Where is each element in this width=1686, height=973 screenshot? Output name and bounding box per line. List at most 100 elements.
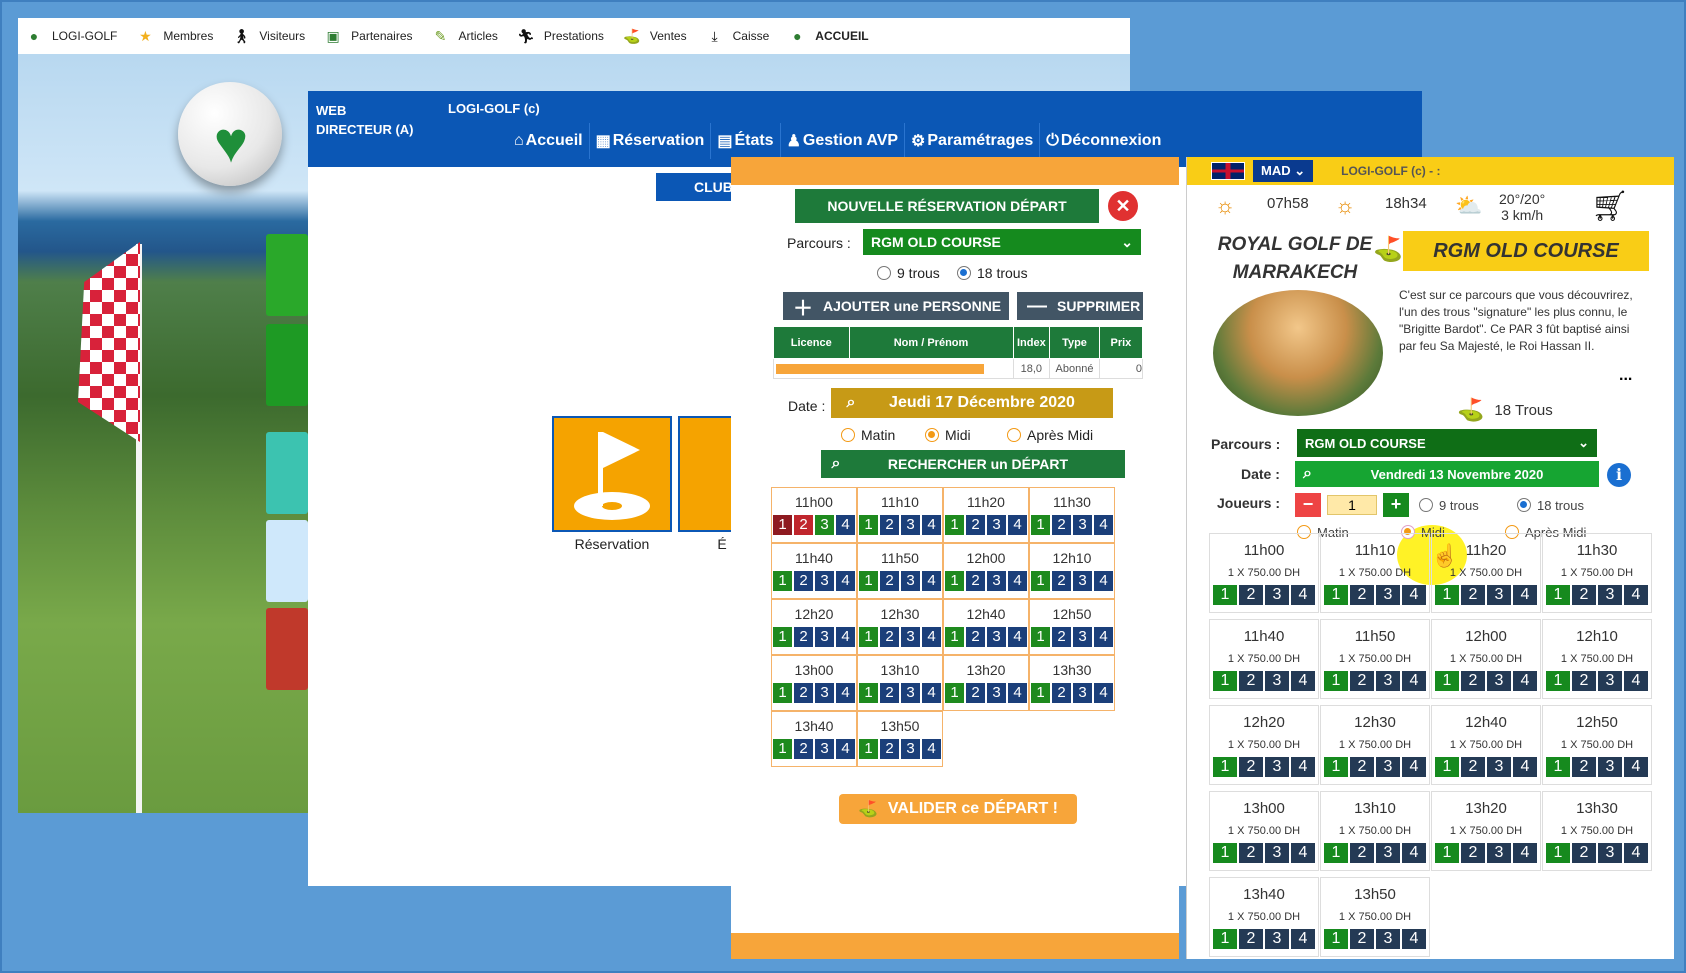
mobile-departure-slot[interactable]: 12h40 1 X 750.00 DH 1 2 3 4: [1431, 705, 1541, 785]
departure-slot[interactable]: 11h00 1 2 3 4: [771, 487, 857, 543]
seat-2[interactable]: 2: [880, 627, 899, 647]
seat-1[interactable]: 1: [1031, 515, 1050, 535]
side-button-list[interactable]: [266, 520, 308, 602]
departure-slot[interactable]: 11h40 1 2 3 4: [771, 543, 857, 599]
seat-1[interactable]: 1: [859, 571, 878, 591]
more-button[interactable]: ...: [1619, 367, 1632, 385]
side-button-teal[interactable]: [266, 432, 308, 514]
seat-2[interactable]: 2: [966, 683, 985, 703]
seat-1[interactable]: 1: [859, 627, 878, 647]
seat-1[interactable]: 1: [1031, 627, 1050, 647]
seat-4[interactable]: 4: [922, 515, 941, 535]
mobile-departure-slot[interactable]: 11h40 1 X 750.00 DH 1 2 3 4: [1209, 619, 1319, 699]
seat-2[interactable]: 2: [1052, 683, 1071, 703]
seat-1[interactable]: 1: [1435, 843, 1459, 863]
departure-slot[interactable]: 12h20 1 2 3 4: [771, 599, 857, 655]
seat-1[interactable]: 1: [1031, 683, 1050, 703]
mobile-departure-slot[interactable]: 11h50 1 X 750.00 DH 1 2 3 4: [1320, 619, 1430, 699]
seat-2[interactable]: 2: [1239, 757, 1263, 777]
departure-slot[interactable]: 12h50 1 2 3 4: [1029, 599, 1115, 655]
departure-slot[interactable]: 13h40 1 2 3 4: [771, 711, 857, 767]
side-button-red[interactable]: [266, 608, 308, 690]
seat-1[interactable]: 1: [1435, 671, 1459, 691]
seat-3[interactable]: 3: [987, 627, 1006, 647]
mobile-date-picker[interactable]: ⌕ Vendredi 13 Novembre 2020: [1295, 461, 1599, 487]
seat-3[interactable]: 3: [901, 683, 920, 703]
seat-4[interactable]: 4: [1402, 929, 1426, 949]
seat-2[interactable]: 2: [880, 571, 899, 591]
seat-3[interactable]: 3: [1376, 843, 1400, 863]
departure-slot[interactable]: 12h40 1 2 3 4: [943, 599, 1029, 655]
seat-2[interactable]: 2: [1239, 843, 1263, 863]
seat-4[interactable]: 4: [1008, 515, 1027, 535]
nav-reservation[interactable]: ▦ Réservation: [588, 123, 711, 159]
minus-button[interactable]: −: [1295, 493, 1321, 517]
seat-4[interactable]: 4: [1008, 683, 1027, 703]
nav-etats[interactable]: ▤ États: [710, 123, 779, 159]
parcours-select[interactable]: RGM OLD COURSE ⌄: [863, 229, 1141, 255]
seat-3[interactable]: 3: [1376, 757, 1400, 777]
seat-3[interactable]: 3: [1487, 843, 1511, 863]
seat-2[interactable]: 2: [794, 515, 813, 535]
seat-3[interactable]: 3: [901, 515, 920, 535]
seat-1[interactable]: 1: [1546, 671, 1570, 691]
seat-1[interactable]: 1: [1324, 671, 1348, 691]
seat-3[interactable]: 3: [1487, 585, 1511, 605]
nav-parametrages[interactable]: ⚙ Paramétrages: [904, 123, 1039, 159]
seat-3[interactable]: 3: [901, 739, 920, 759]
departure-slot[interactable]: 11h20 1 2 3 4: [943, 487, 1029, 543]
seat-2[interactable]: 2: [880, 739, 899, 759]
seat-4[interactable]: 4: [1513, 757, 1537, 777]
seat-4[interactable]: 4: [1291, 843, 1315, 863]
menu-item-logi-golf[interactable]: ● LOGI-GOLF: [24, 28, 118, 44]
seat-1[interactable]: 1: [1546, 843, 1570, 863]
seat-2[interactable]: 2: [1239, 671, 1263, 691]
seat-1[interactable]: 1: [859, 739, 878, 759]
seat-4[interactable]: 4: [836, 515, 855, 535]
seat-3[interactable]: 3: [901, 627, 920, 647]
seat-1[interactable]: 1: [945, 571, 964, 591]
seat-4[interactable]: 4: [1291, 929, 1315, 949]
menu-item-accueil[interactable]: ● ACCUEIL: [787, 28, 869, 44]
seat-2[interactable]: 2: [1052, 627, 1071, 647]
seat-2[interactable]: 2: [880, 515, 899, 535]
seat-2[interactable]: 2: [1572, 757, 1596, 777]
seat-2[interactable]: 2: [1239, 585, 1263, 605]
seat-2[interactable]: 2: [794, 571, 813, 591]
seat-2[interactable]: 2: [794, 739, 813, 759]
add-person-button[interactable]: ＋ AJOUTER une PERSONNE: [783, 292, 1009, 320]
mobile-holes-18[interactable]: 18 trous: [1517, 498, 1584, 513]
mobile-departure-slot[interactable]: 11h10 1 X 750.00 DH 1 2 3 4: [1320, 533, 1430, 613]
holes-18-option[interactable]: 18 trous: [957, 265, 1028, 281]
mobile-parcours-select[interactable]: RGM OLD COURSE ⌄: [1297, 429, 1597, 457]
seat-2[interactable]: 2: [1350, 843, 1374, 863]
period-apres-midi[interactable]: Après Midi: [1007, 427, 1093, 443]
side-button-cart[interactable]: [266, 324, 308, 406]
departure-slot[interactable]: 12h00 1 2 3 4: [943, 543, 1029, 599]
seat-4[interactable]: 4: [1402, 671, 1426, 691]
departure-slot[interactable]: 12h30 1 2 3 4: [857, 599, 943, 655]
seat-3[interactable]: 3: [1487, 671, 1511, 691]
reservation-tile[interactable]: [552, 416, 672, 532]
seat-1[interactable]: 1: [1031, 571, 1050, 591]
seat-1[interactable]: 1: [1324, 929, 1348, 949]
seat-1[interactable]: 1: [1213, 671, 1237, 691]
departure-slot[interactable]: 13h20 1 2 3 4: [943, 655, 1029, 711]
mobile-departure-slot[interactable]: 13h10 1 X 750.00 DH 1 2 3 4: [1320, 791, 1430, 871]
seat-3[interactable]: 3: [815, 627, 834, 647]
seat-3[interactable]: 3: [1376, 671, 1400, 691]
seat-4[interactable]: 4: [1513, 671, 1537, 691]
mobile-departure-slot[interactable]: 13h40 1 X 750.00 DH 1 2 3 4: [1209, 877, 1319, 957]
seat-4[interactable]: 4: [922, 683, 941, 703]
seat-4[interactable]: 4: [1624, 585, 1648, 605]
seat-4[interactable]: 4: [922, 571, 941, 591]
mobile-departure-slot[interactable]: 11h30 1 X 750.00 DH 1 2 3 4: [1542, 533, 1652, 613]
seat-2[interactable]: 2: [1461, 585, 1485, 605]
mobile-departure-slot[interactable]: 13h00 1 X 750.00 DH 1 2 3 4: [1209, 791, 1319, 871]
seat-4[interactable]: 4: [836, 627, 855, 647]
seat-3[interactable]: 3: [1265, 671, 1289, 691]
remove-button[interactable]: — SUPPRIMER: [1017, 292, 1143, 320]
license-name-cell[interactable]: [773, 358, 1014, 379]
mobile-departure-slot[interactable]: 13h20 1 X 750.00 DH 1 2 3 4: [1431, 791, 1541, 871]
seat-2[interactable]: 2: [1461, 843, 1485, 863]
